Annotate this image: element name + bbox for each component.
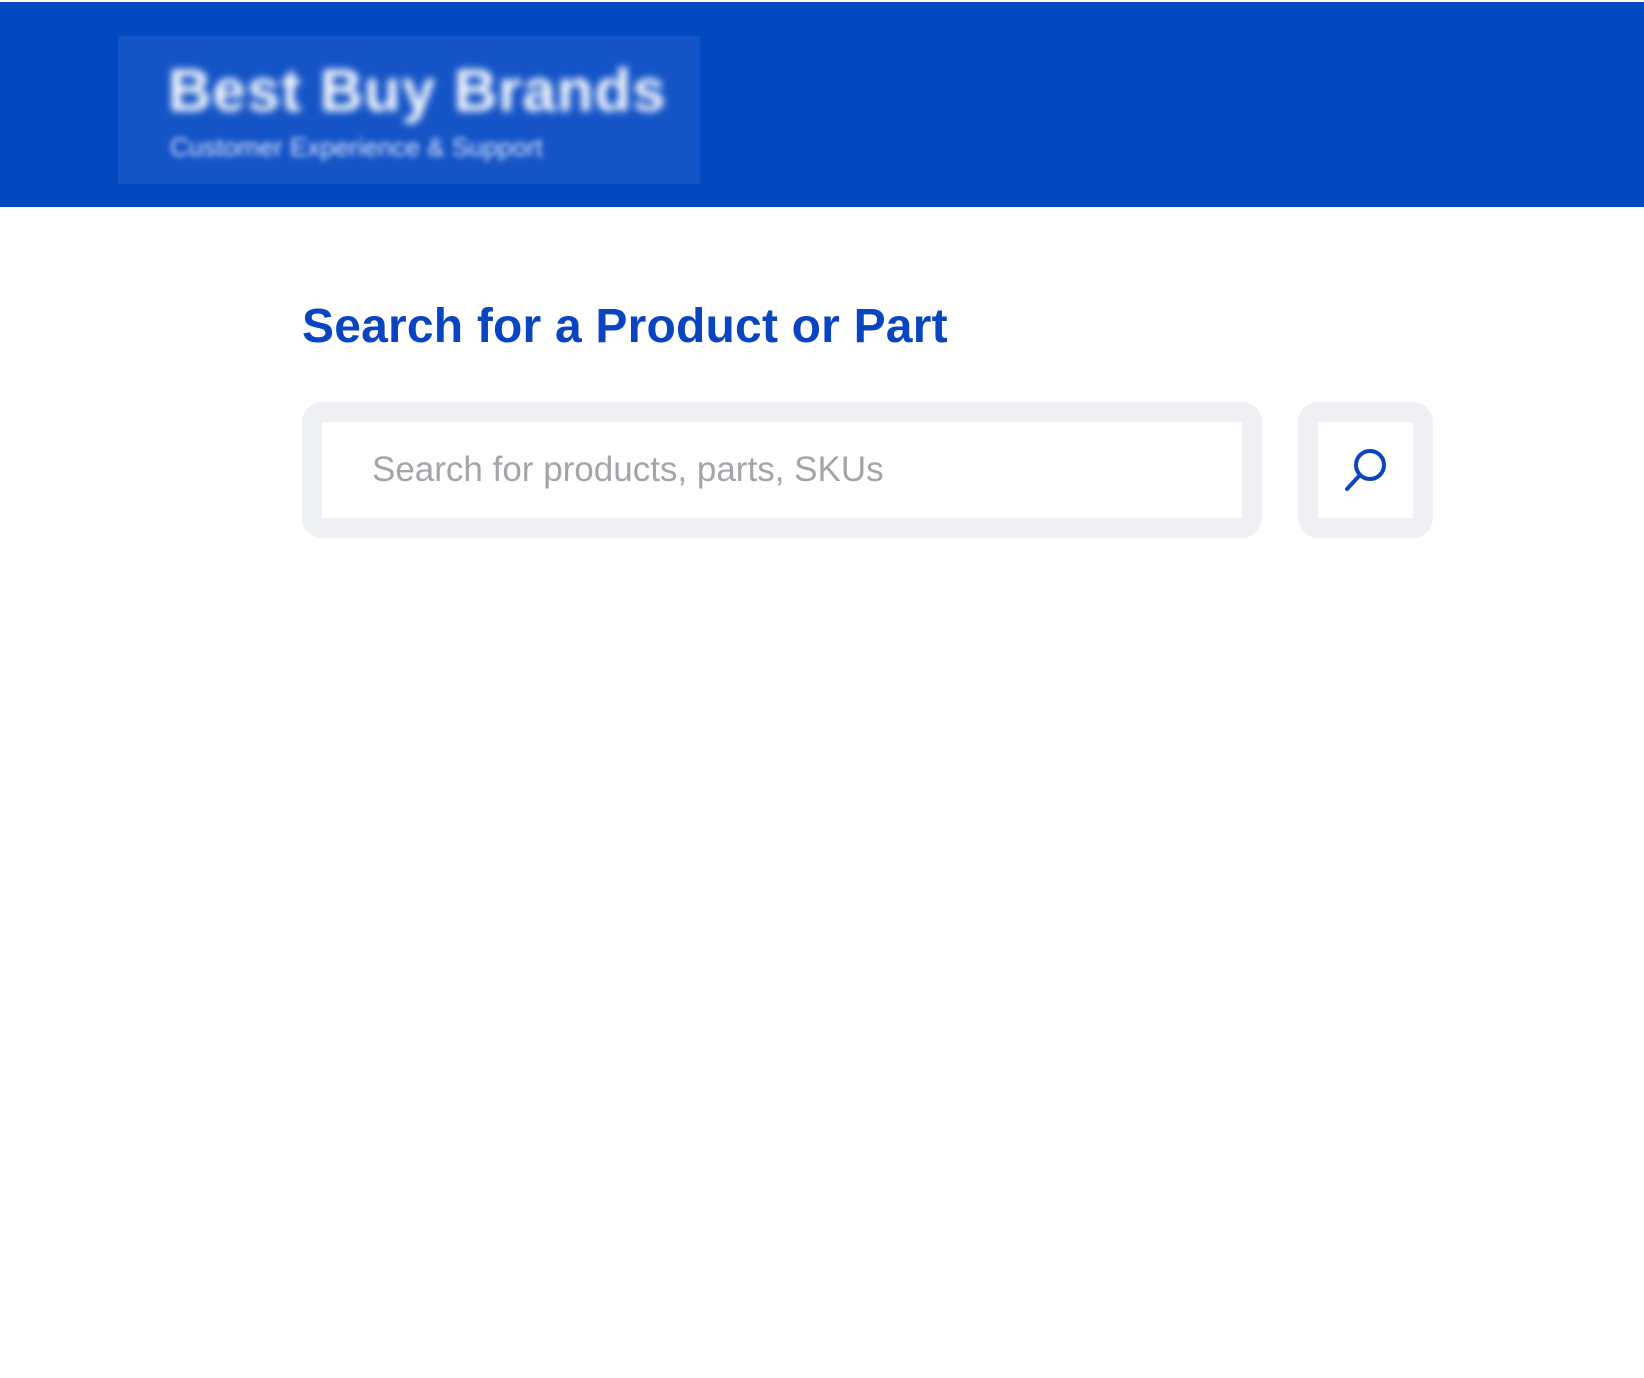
- search-input[interactable]: [322, 422, 1242, 518]
- main-content: Search for a Product or Part: [0, 207, 1644, 1378]
- search-button-frame: [1298, 402, 1433, 538]
- site-header: Best Buy Brands Customer Experience & Su…: [0, 2, 1644, 207]
- search-icon: [1342, 446, 1390, 494]
- brand-subtitle: Customer Experience & Support: [170, 132, 543, 162]
- brand-logo[interactable]: Best Buy Brands Customer Experience & Su…: [118, 36, 700, 184]
- page-title: Search for a Product or Part: [302, 300, 948, 353]
- search-button[interactable]: [1318, 422, 1413, 518]
- search-field-frame: [302, 402, 1262, 538]
- brand-title: Best Buy Brands: [168, 57, 667, 124]
